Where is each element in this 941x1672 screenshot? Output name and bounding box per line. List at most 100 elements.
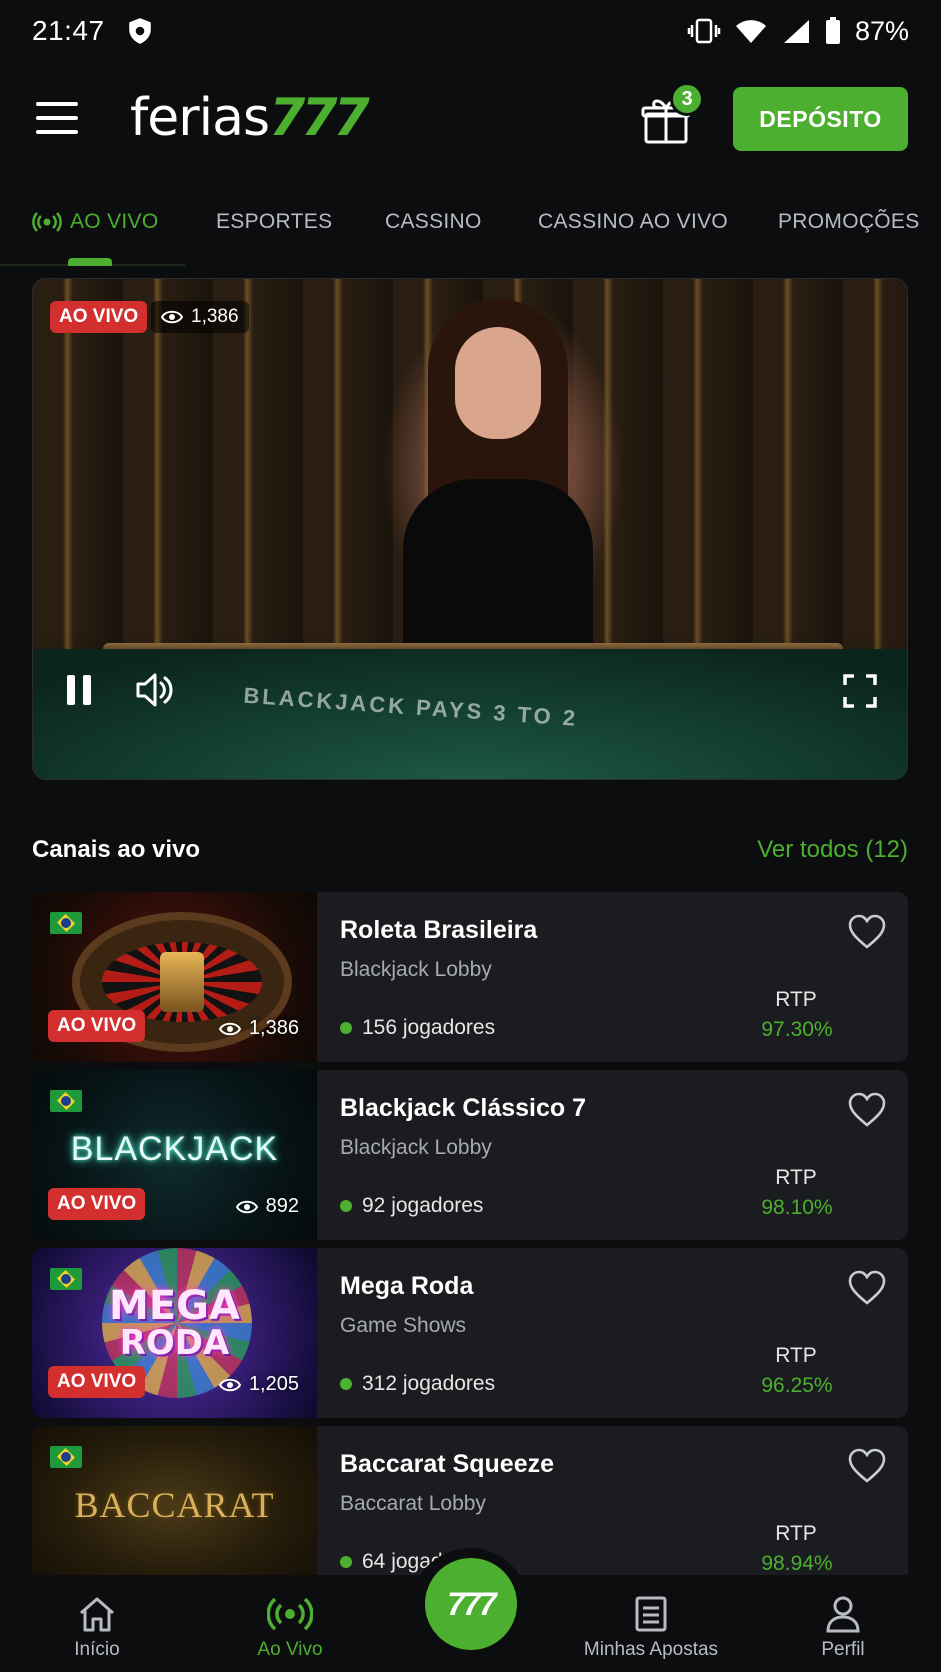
tab-cassino-ao-vivo[interactable]: CASSINO AO VIVO <box>538 210 728 234</box>
nav-minhas-apostas[interactable]: Minhas Apostas <box>580 1595 722 1661</box>
see-all-link[interactable]: Ver todos (12) <box>757 836 908 864</box>
online-dot <box>340 1200 352 1212</box>
viewer-count-value: 1,386 <box>248 1017 299 1039</box>
live-badge: AO VIVO <box>48 1366 146 1398</box>
tab-label: AO VIVO <box>70 210 159 233</box>
live-badge: AO VIVO <box>50 301 148 333</box>
tab-promocoes[interactable]: PROMOÇÕES <box>778 210 920 234</box>
menu-icon-bar <box>36 130 78 134</box>
heart-icon[interactable] <box>848 1270 886 1306</box>
brand-logo[interactable]: ferias777 <box>130 88 370 148</box>
active-tab-nub <box>68 258 112 266</box>
live-badge: AO VIVO <box>48 1188 146 1220</box>
thumbnail-title: BACCARAT <box>74 1485 275 1525</box>
brazil-flag-icon <box>50 1090 82 1112</box>
live-icon <box>267 1597 313 1631</box>
nav-label: Ao Vivo <box>257 1639 323 1660</box>
heart-icon[interactable] <box>848 1448 886 1484</box>
category-tabs: AO VIVO ESPORTES CASSINO CASSINO AO VIVO… <box>0 190 941 270</box>
viewer-count-value: 892 <box>265 1195 299 1217</box>
channel-category: Game Shows <box>340 1314 467 1337</box>
live-video-player[interactable]: BLACKJACK PAYS 3 TO 2 AO VIVO 1,386 <box>32 278 908 780</box>
channel-name: Roleta Brasileira <box>340 916 538 944</box>
dealer-body <box>403 479 593 659</box>
rtp-value: 98.94% <box>761 1552 833 1575</box>
battery-percent: 87% <box>854 15 909 46</box>
rtp-label: RTP <box>775 1166 817 1189</box>
nav-inicio[interactable]: Início <box>27 1595 167 1661</box>
brazil-flag-icon <box>50 1446 82 1468</box>
roulette-hub <box>160 952 204 1012</box>
heart-icon[interactable] <box>848 1092 886 1128</box>
rtp-value: 97.30% <box>761 1018 833 1041</box>
deposit-button[interactable]: DEPÓSITO <box>733 87 908 151</box>
player-count-value: 312 jogadores <box>362 1372 496 1395</box>
logo-number: 777 <box>269 88 370 148</box>
channel-name: Baccarat Squeeze <box>340 1450 555 1478</box>
rtp-label: RTP <box>775 1344 817 1367</box>
channel-thumbnail: BLACKJACK AO VIVO 892 <box>32 1070 317 1240</box>
gift-count-badge: 3 <box>670 82 704 116</box>
menu-icon-bar <box>36 102 78 106</box>
channel-name: Mega Roda <box>340 1272 474 1300</box>
rtp-value: 98.10% <box>761 1196 833 1219</box>
fullscreen-icon[interactable] <box>843 674 877 708</box>
dealer-face <box>455 327 541 439</box>
viewer-count-value: 1,205 <box>248 1373 299 1395</box>
viewer-count: 892 <box>235 1195 299 1218</box>
thumbnail-subtitle: RODA <box>119 1323 230 1363</box>
live-badge: AO VIVO <box>48 1010 146 1042</box>
brazil-flag-icon <box>50 912 82 934</box>
nav-center-777-button[interactable]: 777 <box>425 1558 517 1650</box>
signal-icon <box>783 20 809 43</box>
user-icon <box>826 1596 860 1633</box>
logo-text: ferias <box>130 88 270 148</box>
thumbnail-title: MEGA <box>109 1283 240 1329</box>
viewer-count: 1,386 <box>218 1017 299 1040</box>
rtp-label: RTP <box>775 1522 817 1545</box>
player-count: 312 jogadores <box>340 1372 495 1396</box>
menu-icon-bar <box>36 116 78 120</box>
tab-esportes[interactable]: ESPORTES <box>216 210 332 234</box>
eye-icon <box>218 1022 241 1035</box>
online-dot <box>340 1022 352 1034</box>
live-broadcast-icon <box>32 212 62 233</box>
eye-icon <box>235 1200 258 1213</box>
channel-category: Blackjack Lobby <box>340 1136 492 1159</box>
status-time: 21:47 <box>32 15 105 46</box>
channel-thumbnail: MEGA RODA AO VIVO 1,205 <box>32 1248 317 1418</box>
player-count-value: 156 jogadores <box>362 1016 496 1039</box>
menu-button[interactable] <box>36 102 78 134</box>
tab-ao-vivo[interactable]: AO VIVO <box>32 210 158 234</box>
vibrate-icon <box>687 18 721 44</box>
online-dot <box>340 1556 352 1568</box>
bets-icon <box>635 1596 667 1632</box>
channel-card[interactable]: MEGA RODA AO VIVO 1,205 Mega Roda Game S… <box>32 1248 908 1418</box>
channel-card[interactable]: BLACKJACK AO VIVO 892 Blackjack Clássico… <box>32 1070 908 1240</box>
volume-icon[interactable] <box>135 671 175 709</box>
eye-icon <box>161 310 183 324</box>
heart-icon[interactable] <box>848 914 886 950</box>
channel-name: Blackjack Clássico 7 <box>340 1094 586 1122</box>
rtp-value: 96.25% <box>761 1374 833 1397</box>
viewer-count-value: 1,386 <box>191 306 239 327</box>
channel-category: Blackjack Lobby <box>340 958 492 981</box>
battery-icon <box>825 17 840 44</box>
nav-label: Perfil <box>821 1639 865 1660</box>
home-icon <box>80 1597 114 1632</box>
pause-icon[interactable] <box>65 673 93 707</box>
player-count: 156 jogadores <box>340 1016 495 1040</box>
channel-category: Baccarat Lobby <box>340 1492 486 1515</box>
online-dot <box>340 1378 352 1390</box>
channel-card[interactable]: AO VIVO 1,386 Roleta Brasileira Blackjac… <box>32 892 908 1062</box>
nav-label: Minhas Apostas <box>583 1639 719 1660</box>
thumbnail-title: BLACKJACK <box>70 1130 279 1168</box>
player-count-value: 92 jogadores <box>362 1194 484 1217</box>
eye-icon <box>218 1378 241 1391</box>
active-tab-indicator <box>0 258 185 266</box>
player-count: 92 jogadores <box>340 1194 483 1218</box>
nav-ao-vivo[interactable]: Ao Vivo <box>220 1595 360 1661</box>
viewer-count: 1,386 <box>151 301 249 333</box>
nav-perfil[interactable]: Perfil <box>773 1595 913 1661</box>
tab-cassino[interactable]: CASSINO <box>385 210 482 234</box>
